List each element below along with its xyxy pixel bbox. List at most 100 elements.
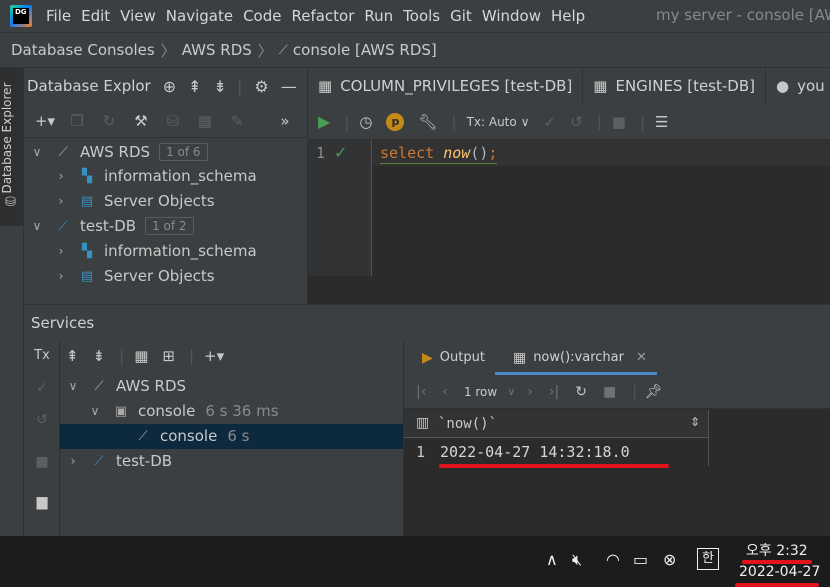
tree-node-label: information_schema <box>104 167 257 185</box>
tab-output[interactable]: ▶ Output <box>404 340 495 375</box>
expand-all-icon[interactable]: ⇞ <box>188 77 201 96</box>
menu-view[interactable]: View <box>120 7 156 25</box>
chevron-down-icon[interactable]: ∨ <box>88 404 102 418</box>
refresh-icon[interactable]: ↻ <box>575 384 587 400</box>
stop-icon[interactable]: ■ <box>32 454 52 470</box>
tree-node-test-server-objects[interactable]: › ▤ Server Objects <box>54 264 215 288</box>
chevron-right-icon[interactable]: › <box>54 194 68 208</box>
error-circle-icon[interactable]: ⊗ <box>663 550 676 569</box>
pin-icon[interactable]: 📌︎ <box>645 384 663 400</box>
service-node-console-session[interactable]: ∨ ▣ console 6 s 36 ms <box>88 399 279 423</box>
commit-check-icon[interactable]: ✓ <box>544 113 557 131</box>
menu-code[interactable]: Code <box>243 7 281 25</box>
group-by-icon[interactable]: ▦ <box>134 347 148 365</box>
clock-time[interactable]: 오후 2:32 <box>746 540 808 560</box>
copy-icon[interactable]: ❐ <box>66 112 88 130</box>
crosshair-icon[interactable]: ⊕ <box>163 77 176 96</box>
menu-edit[interactable]: Edit <box>81 7 110 25</box>
sort-icon[interactable]: ⇕ <box>690 415 700 429</box>
row-count-label[interactable]: 1 row <box>464 385 497 399</box>
execute-play-icon[interactable]: ▶ <box>318 112 330 131</box>
next-page-icon[interactable]: › <box>527 384 533 400</box>
minimize-icon[interactable]: — <box>281 77 297 96</box>
chevron-right-icon[interactable]: › <box>54 244 68 258</box>
tab-engines[interactable]: ▦ ENGINES [test-DB] <box>583 68 766 104</box>
tree-node-aws-server-objects[interactable]: › ▤ Server Objects <box>54 189 215 213</box>
clock-date[interactable]: 2022-04-27 <box>739 564 820 580</box>
show-hidden-icons-chevron-up-icon[interactable]: ∧ <box>546 550 558 569</box>
close-icon[interactable]: ✕ <box>636 350 647 365</box>
table-icon[interactable]: ▦ <box>194 112 216 130</box>
breadcrumb-item-aws-rds[interactable]: AWS RDS <box>182 41 252 59</box>
chevron-right-icon[interactable]: › <box>54 169 68 183</box>
tree-node-test-db[interactable]: ∨ ⟋ test-DB 1 of 2 <box>30 214 194 238</box>
edit-icon[interactable]: ✎ <box>226 112 248 130</box>
explain-plan-icon[interactable]: p <box>386 112 405 131</box>
menu-refactor[interactable]: Refactor <box>291 7 354 25</box>
tree-node-aws-information-schema[interactable]: › ▚ information_schema <box>54 164 257 188</box>
expand-all-icon[interactable]: ⇞ <box>66 347 79 365</box>
add-icon[interactable]: +▾ <box>34 112 56 130</box>
history-clock-icon[interactable]: ◷ <box>359 113 372 131</box>
layout-icon[interactable]: ▆ <box>32 494 52 510</box>
chevron-down-icon[interactable]: ∨ <box>30 145 44 159</box>
rollback-icon[interactable]: ↺ <box>32 412 52 428</box>
service-node-aws-rds[interactable]: ∨ ⟋ AWS RDS <box>66 374 186 398</box>
previous-page-icon[interactable]: ‹ <box>442 384 448 400</box>
speaker-muted-icon[interactable]: 🔇︎ <box>572 550 582 570</box>
menu-run[interactable]: Run <box>364 7 393 25</box>
menu-window[interactable]: Window <box>482 7 541 25</box>
code-line[interactable]: select now(); <box>380 144 498 164</box>
last-page-icon[interactable]: ›| <box>549 384 559 400</box>
table-icon: ▦ <box>318 77 333 95</box>
menu-tools[interactable]: Tools <box>403 7 440 25</box>
commit-check-icon[interactable]: ✓ <box>32 380 52 396</box>
sql-editor[interactable]: 1 ✓ select now(); <box>307 140 830 304</box>
transaction-dropdown[interactable]: Tx <box>32 348 52 363</box>
new-tab-icon[interactable]: ⊞ <box>162 347 175 365</box>
menu-help[interactable]: Help <box>551 7 585 25</box>
double-chevron-right-icon[interactable]: » <box>274 112 296 130</box>
chevron-down-icon[interactable]: ∨ <box>521 115 530 129</box>
result-cell[interactable]: 2022-04-27 14:32:18.0 <box>440 443 630 461</box>
chevron-down-icon[interactable]: ∨ <box>30 219 44 233</box>
service-node-test-db[interactable]: › ⟋ test-DB <box>66 449 172 473</box>
gear-icon[interactable]: ⚙ <box>254 77 268 96</box>
chevron-right-icon[interactable]: › <box>66 454 80 468</box>
tree-node-test-information-schema[interactable]: › ▚ information_schema <box>54 239 257 263</box>
collapse-all-icon[interactable]: ⇟ <box>214 77 227 96</box>
output-layout-icon[interactable]: ☰ <box>655 113 668 131</box>
menu-navigate[interactable]: Navigate <box>166 7 233 25</box>
schema-icon[interactable]: ⛁ <box>162 112 184 130</box>
chevron-down-icon[interactable]: ∨ <box>507 385 515 398</box>
tree-node-aws-rds[interactable]: ∨ ⟋ AWS RDS 1 of 6 <box>30 140 208 164</box>
breadcrumb-item-consoles[interactable]: Database Consoles <box>11 41 155 59</box>
breadcrumb-item-console[interactable]: console [AWS RDS] <box>293 41 437 59</box>
collapse-all-icon[interactable]: ⇟ <box>93 347 106 365</box>
services-tree: ∨ ⟋ AWS RDS ∨ ▣ console 6 s 36 ms ⟋ cons… <box>60 372 403 536</box>
wrench-icon[interactable]: 🔧︎ <box>418 113 437 131</box>
database-explorer-tool-tab[interactable]: Database Explorer ⛁ <box>0 68 23 226</box>
refresh-icon[interactable]: ↻ <box>98 112 120 130</box>
rollback-icon[interactable]: ↺ <box>570 113 583 131</box>
chevron-down-icon[interactable]: ∨ <box>66 379 80 393</box>
service-node-console[interactable]: ⟋ console 6 s <box>134 424 249 448</box>
tab-column-privileges[interactable]: ▦ COLUMN_PRIVILEGES [test-DB] <box>308 68 584 104</box>
tab-user[interactable]: ● you <box>766 68 830 104</box>
menu-file[interactable]: File <box>46 7 71 25</box>
wifi-icon[interactable]: ◠ <box>606 550 620 569</box>
add-icon[interactable]: +▾ <box>204 347 224 365</box>
properties-icon[interactable]: ⚒ <box>130 112 152 130</box>
column-header[interactable]: ▥ `now()` ⇕ <box>404 410 709 438</box>
ime-indicator[interactable]: 한 <box>697 548 719 570</box>
menu-git[interactable]: Git <box>450 7 472 25</box>
transaction-mode-select[interactable]: Tx: Auto <box>467 115 517 129</box>
tab-now-varchar[interactable]: ▦ now():varchar ✕ <box>494 340 657 375</box>
battery-icon[interactable]: ▭ <box>633 550 648 569</box>
first-page-icon[interactable]: |‹ <box>416 384 426 400</box>
chevron-right-icon: 〉 <box>257 41 273 60</box>
stop-icon[interactable]: ■ <box>603 384 616 400</box>
chevron-right-icon[interactable]: › <box>54 269 68 283</box>
table-row[interactable]: 1 2022-04-27 14:32:18.0 <box>404 438 709 466</box>
stop-icon[interactable]: ■ <box>612 113 626 131</box>
